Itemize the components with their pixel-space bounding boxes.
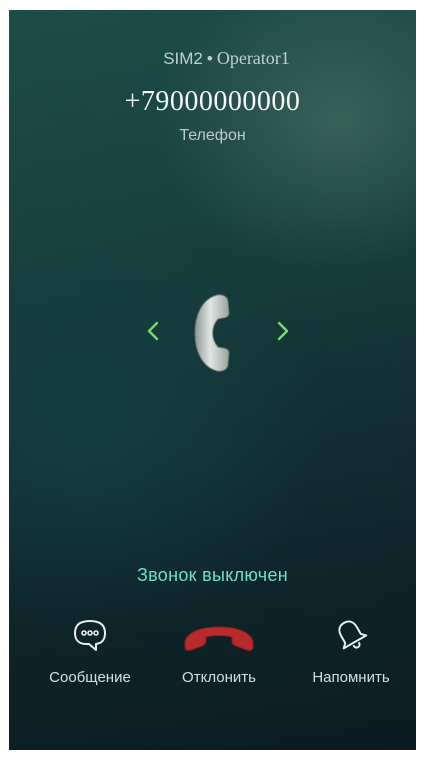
caller-number: +79000000000 (124, 86, 301, 117)
separator-dot: • (206, 49, 213, 68)
message-bubble-icon (74, 620, 106, 651)
number-type-label: Телефон (179, 127, 246, 144)
message-button[interactable]: Сообщение (35, 615, 145, 686)
message-button-label: Сообщение (49, 669, 131, 686)
remind-button[interactable]: Напомнить (296, 615, 406, 686)
sim-operator-line: SIM2 • Operator1 (9, 48, 416, 69)
operator-name: Operator1 (216, 48, 290, 68)
decline-button-label: Отклонить (182, 669, 256, 686)
sim-label: SIM2 (163, 49, 203, 68)
incoming-call-screen: SIM2 • Operator1 +79000000000 Телефон Звон… (9, 10, 416, 750)
chevron-left-icon (147, 321, 159, 341)
remind-button-label: Напомнить (312, 669, 390, 686)
bell-icon (338, 620, 368, 650)
hang-up-icon (184, 626, 254, 651)
decline-button[interactable]: Отклонить (164, 615, 274, 686)
chevron-right-icon (277, 321, 289, 341)
answer-handset-icon[interactable] (193, 293, 237, 373)
ringer-status: Звонок выключен (136, 565, 289, 585)
